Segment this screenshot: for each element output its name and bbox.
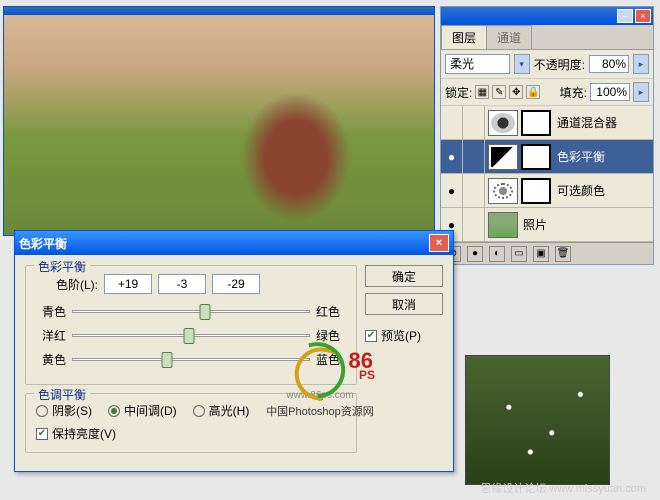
blend-row: 柔光 ▾ 不透明度: ▸ (441, 50, 653, 79)
panel-titlebar[interactable]: – × (441, 7, 653, 25)
watermark-logo: 86 PS www.86ps.com 中国Photoshop资源网 (260, 340, 380, 419)
layer-row[interactable]: ● 色彩平衡 (441, 140, 653, 174)
link-column[interactable] (463, 208, 485, 241)
layer-name[interactable]: 可选颜色 (555, 182, 653, 199)
level-input-cyan-red[interactable] (104, 274, 152, 294)
opacity-input[interactable] (589, 55, 629, 73)
radio-label: 中间调(D) (124, 402, 177, 419)
blend-mode-select[interactable]: 柔光 (445, 54, 510, 74)
lock-pixels-icon[interactable]: ✎ (492, 85, 506, 99)
layer-thumb-icon (488, 212, 518, 238)
layer-row[interactable]: 通道混合器 (441, 106, 653, 140)
fill-arrow-icon[interactable]: ▸ (633, 82, 649, 102)
lock-all-icon[interactable]: 🔒 (526, 85, 540, 99)
radio-midtones[interactable]: 中间调(D) (108, 402, 177, 419)
image-titlebar[interactable] (4, 7, 434, 15)
close-button[interactable]: × (635, 9, 651, 23)
slider-left-label: 洋红 (36, 327, 66, 344)
lock-label: 锁定: (445, 84, 472, 101)
layer-thumb-icon (488, 144, 518, 170)
link-column[interactable] (463, 140, 485, 173)
ok-button[interactable]: 确定 (365, 265, 443, 287)
check-label: 保持亮度(V) (52, 425, 116, 442)
group-title: 色调平衡 (34, 386, 90, 403)
layer-mask-icon (521, 178, 551, 204)
layer-mask-icon (521, 110, 551, 136)
lock-position-icon[interactable]: ✥ (509, 85, 523, 99)
visibility-toggle[interactable]: ● (441, 174, 463, 207)
radio-highlights[interactable]: 高光(H) (193, 402, 250, 419)
levels-label: 色阶(L): (56, 276, 98, 293)
cancel-button[interactable]: 取消 (365, 293, 443, 315)
slider-cyan-red[interactable] (72, 302, 310, 320)
layer-mask-icon (521, 144, 551, 170)
slider-right-label: 红色 (316, 303, 346, 320)
layer-row[interactable]: ● 可选颜色 (441, 174, 653, 208)
group-title: 色彩平衡 (34, 258, 90, 275)
visibility-toggle[interactable]: ● (441, 140, 463, 173)
opacity-arrow-icon[interactable]: ▸ (633, 54, 649, 74)
radio-label: 阴影(S) (52, 402, 92, 419)
check-preserve-luminosity[interactable]: ✔保持亮度(V) (36, 425, 346, 442)
slider-left-label: 黄色 (36, 351, 66, 368)
lock-row: 锁定: ▦ ✎ ✥ 🔒 填充: ▸ (441, 79, 653, 106)
new-layer-icon[interactable]: ▣ (533, 246, 549, 262)
image-window (3, 6, 435, 236)
slider-thumb[interactable] (183, 328, 194, 344)
layers-footer: ⊘ ● ◐ ▭ ▣ 🗑 (441, 242, 653, 264)
watermark-footer: 思缘设计论坛 www.missyuan.com (480, 480, 646, 496)
radio-label: 高光(H) (209, 402, 250, 419)
minimize-button[interactable]: – (617, 9, 633, 23)
slider-thumb[interactable] (200, 304, 211, 320)
slider-left-label: 青色 (36, 303, 66, 320)
layer-name[interactable]: 通道混合器 (555, 114, 653, 131)
link-column[interactable] (463, 174, 485, 207)
tab-channels[interactable]: 通道 (486, 25, 532, 49)
slider-thumb[interactable] (162, 352, 173, 368)
fx-icon[interactable]: ● (467, 246, 483, 262)
mask-icon[interactable]: ◐ (489, 246, 505, 262)
level-input-magenta-green[interactable] (158, 274, 206, 294)
check-label: 预览(P) (381, 327, 421, 344)
dialog-title: 色彩平衡 (19, 235, 67, 252)
image-canvas (4, 15, 434, 235)
link-column[interactable] (463, 106, 485, 139)
close-icon[interactable]: × (429, 234, 449, 252)
layer-name[interactable]: 照片 (521, 216, 653, 233)
layer-list: 通道混合器 ● 色彩平衡 ● 可选颜色 ● 照片 (441, 106, 653, 242)
dialog-titlebar[interactable]: 色彩平衡 × (15, 231, 453, 255)
watermark-caption: 中国Photoshop资源网 (260, 403, 380, 419)
trash-icon[interactable]: 🗑 (555, 246, 571, 262)
color-balance-dialog: 色彩平衡 × 色彩平衡 色阶(L): 青色 红色 洋红 (14, 230, 454, 472)
lock-transparency-icon[interactable]: ▦ (475, 85, 489, 99)
watermark-ps: PS (359, 368, 375, 382)
opacity-label: 不透明度: (534, 56, 585, 73)
layer-name[interactable]: 色彩平衡 (555, 148, 653, 165)
layers-panel: – × 图层 通道 柔光 ▾ 不透明度: ▸ 锁定: ▦ ✎ ✥ 🔒 填充: ▸… (440, 6, 654, 265)
folder-icon[interactable]: ▭ (511, 246, 527, 262)
fill-input[interactable] (590, 83, 630, 101)
radio-shadows[interactable]: 阴影(S) (36, 402, 92, 419)
slider-row: 青色 红色 (36, 302, 346, 320)
fill-label: 填充: (560, 84, 587, 101)
layer-thumb-icon (488, 110, 518, 136)
grass-thumbnail (465, 355, 610, 485)
layer-row[interactable]: ● 照片 (441, 208, 653, 242)
levels-row: 色阶(L): (36, 274, 346, 294)
visibility-toggle[interactable] (441, 106, 463, 139)
blend-dropdown-icon[interactable]: ▾ (514, 54, 530, 74)
tab-layers[interactable]: 图层 (441, 25, 487, 49)
panel-tabs: 图层 通道 (441, 25, 653, 50)
level-input-yellow-blue[interactable] (212, 274, 260, 294)
layer-thumb-icon (488, 178, 518, 204)
